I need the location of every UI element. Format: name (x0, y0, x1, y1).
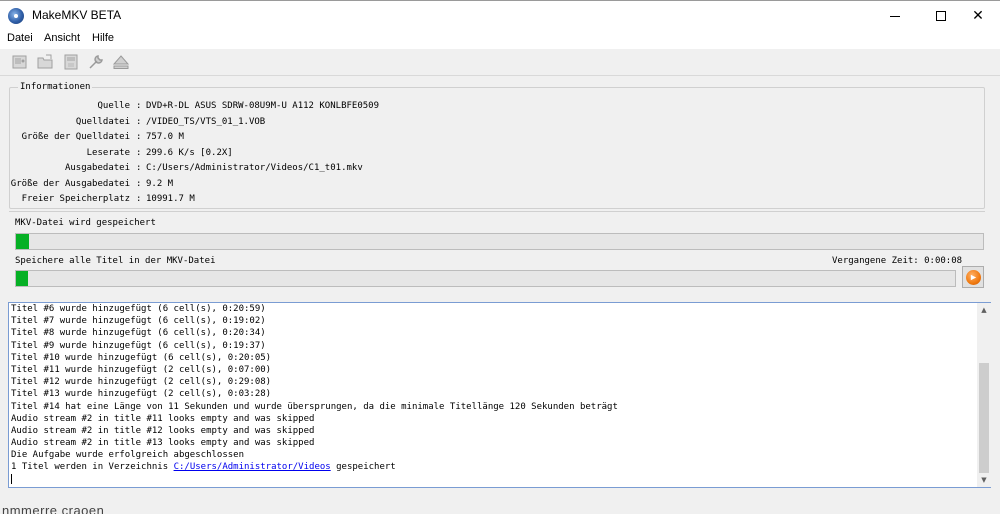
log-line: Titel #6 wurde hinzugefügt (6 cell(s), 0… (11, 304, 266, 314)
close-icon: ✕ (972, 8, 984, 24)
current-progress-label: MKV-Datei wird gespeichert (15, 218, 156, 228)
info-separator: : (136, 147, 142, 158)
log-line: Die Aufgabe wurde erfolgreich abgeschlos… (11, 450, 244, 461)
settings-button[interactable] (85, 52, 107, 72)
log-line-final: 1 Titel werden in Verzeichnis C:/Users/A… (11, 461, 971, 473)
total-progress-bar (15, 270, 956, 287)
menu-hilfe[interactable]: Hilfe (92, 32, 114, 44)
info-separator: : (136, 101, 142, 111)
minimize-icon (890, 15, 900, 17)
info-separator: : (136, 132, 142, 142)
log-line: Titel #9 wurde hinzugefügt (6 cell(s), 0… (11, 340, 266, 351)
scroll-down-arrow-icon[interactable]: ▼ (977, 473, 991, 487)
info-separator: : (136, 194, 142, 204)
makemkv-window: MakeMKV BETA ✕ Datei Ansicht Hilfe Infor… (0, 0, 1000, 514)
info-value: /VIDEO_TS/VTS_01_1.VOB (146, 116, 266, 127)
close-button[interactable]: ✕ (955, 1, 1000, 31)
background-window-text: nmmerre craoen (2, 503, 105, 514)
window-title: MakeMKV BETA (32, 8, 122, 22)
eject-button[interactable] (110, 52, 132, 72)
backup-icon (64, 54, 78, 70)
open-files-button[interactable] (34, 52, 56, 72)
info-label: Leserate (86, 147, 130, 158)
scroll-up-arrow-icon[interactable]: ▲ (977, 303, 991, 317)
info-label: Ausgabedatei (64, 163, 130, 173)
current-progress-bar (15, 233, 984, 250)
info-separator: : (136, 116, 142, 127)
menu-ansicht[interactable]: Ansicht (44, 32, 80, 44)
info-separator: : (136, 163, 142, 173)
info-label: Quelldatei (75, 116, 130, 127)
maximize-icon (936, 11, 946, 21)
minimize-button[interactable] (872, 1, 918, 31)
log-line: Titel #12 wurde hinzugefügt (2 cell(s), … (11, 377, 272, 388)
info-separator: : (136, 178, 142, 189)
log-final-prefix: 1 Titel werden in Verzeichnis (11, 462, 174, 473)
info-value: 10991.7 M (146, 194, 195, 204)
stop-icon (965, 269, 981, 285)
section-divider (9, 211, 985, 212)
open-files-icon (37, 54, 53, 69)
log-line: Audio stream #2 in title #13 looks empty… (11, 438, 315, 449)
stop-button[interactable] (962, 266, 984, 288)
info-group: Informationen Quelle : DVD+R-DL ASUS SDR… (9, 82, 985, 209)
text-caret (11, 474, 12, 485)
info-value: 757.0 M (146, 132, 184, 142)
info-label: Größe der Ausgabedatei (10, 178, 130, 189)
info-value: DVD+R-DL ASUS SDRW-08U9M-U A112 KONLBFE0… (146, 101, 379, 111)
info-label: Freier Speicherplatz (21, 194, 130, 204)
log-caret-line (11, 474, 971, 486)
open-disc-button[interactable] (9, 52, 31, 72)
info-legend: Informationen (18, 82, 93, 92)
elapsed-time-label: Vergangene Zeit: 0:00:08 (832, 256, 963, 266)
current-progress-fill (16, 234, 29, 249)
log-line: Titel #7 wurde hinzugefügt (6 cell(s), 0… (11, 316, 266, 327)
total-progress-label: Speichere alle Titel in der MKV-Datei (15, 256, 216, 266)
settings-icon (89, 55, 103, 69)
stop-arrow-icon (970, 274, 976, 280)
scroll-thumb[interactable] (979, 363, 989, 473)
info-label: Quelle (97, 101, 130, 111)
output-folder-link[interactable]: C:/Users/Administrator/Videos (174, 462, 331, 472)
makemkv-app-icon (8, 8, 24, 24)
log-final-suffix: gespeichert (330, 462, 396, 473)
info-value: 9.2 M (146, 178, 174, 189)
log-line: Titel #13 wurde hinzugefügt (2 cell(s), … (11, 389, 272, 400)
log-scrollbar[interactable]: ▲ ▼ (977, 303, 991, 487)
eject-icon (112, 55, 130, 69)
menu-datei[interactable]: Datei (7, 32, 33, 44)
info-value: 299.6 K/s [0.2X] (146, 147, 233, 158)
open-disc-icon (12, 55, 27, 69)
log-lines: Titel #6 wurde hinzugefügt (6 cell(s), 0… (11, 303, 971, 487)
log-line: Audio stream #2 in title #11 looks empty… (11, 413, 315, 424)
toolbar (0, 49, 1000, 76)
info-label: Größe der Quelldatei (21, 132, 130, 142)
total-progress-fill (16, 271, 29, 286)
log-line: Titel #10 wurde hinzugefügt (6 cell(s), … (11, 352, 272, 363)
menu-bar: Datei Ansicht Hilfe (0, 31, 1000, 49)
log-line: Titel #14 hat eine Länge von 11 Sekunden… (11, 401, 618, 412)
log-line: Audio stream #2 in title #12 looks empty… (11, 425, 315, 436)
log-line: Titel #11 wurde hinzugefügt (2 cell(s), … (11, 364, 272, 375)
title-bar: MakeMKV BETA ✕ (0, 1, 1000, 31)
backup-button[interactable] (60, 52, 82, 72)
log-textarea[interactable]: Titel #6 wurde hinzugefügt (6 cell(s), 0… (8, 302, 991, 488)
info-value: C:/Users/Administrator/Videos/C1_t01.mkv (146, 163, 363, 173)
log-line: Titel #8 wurde hinzugefügt (6 cell(s), 0… (11, 328, 266, 339)
